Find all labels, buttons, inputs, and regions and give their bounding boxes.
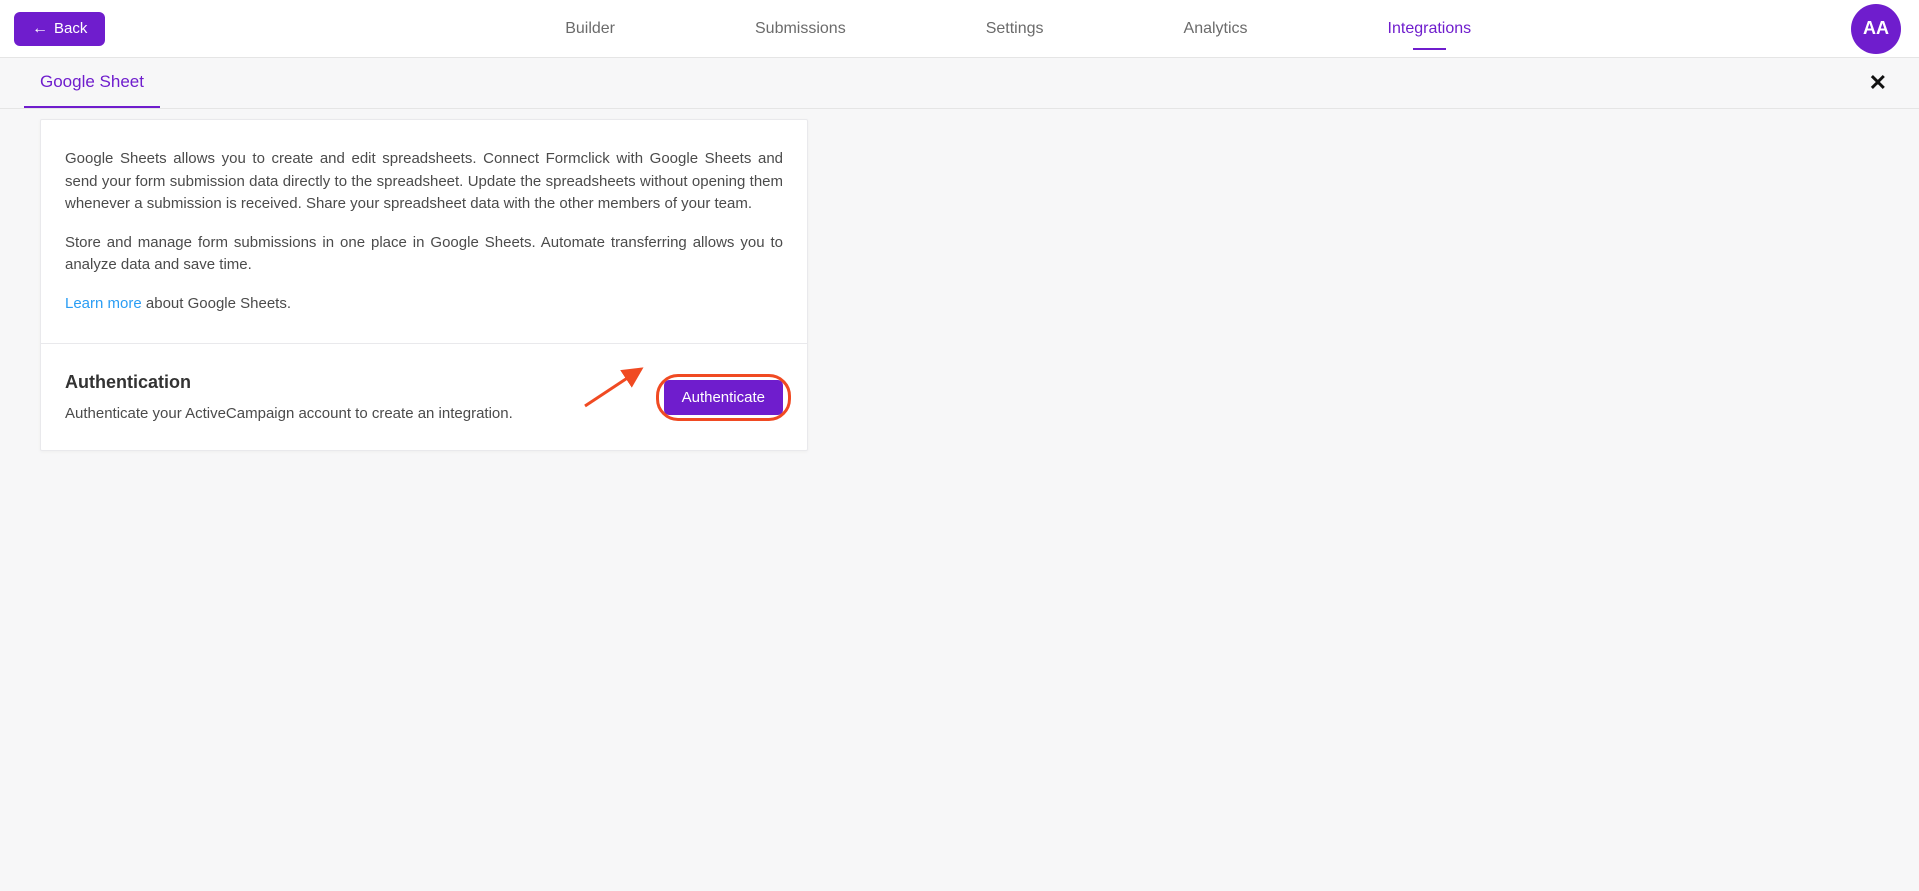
tab-analytics[interactable]: Analytics	[1184, 14, 1248, 44]
auth-description: Authenticate your ActiveCampaign account…	[65, 405, 513, 422]
integration-description-1: Google Sheets allows you to create and e…	[65, 148, 783, 216]
top-navigation: ← Back Builder Submissions Settings Anal…	[0, 0, 1919, 58]
main-nav-tabs: Builder Submissions Settings Analytics I…	[185, 14, 1851, 44]
learn-more-line: Learn more about Google Sheets.	[65, 293, 783, 316]
tab-integrations[interactable]: Integrations	[1388, 14, 1472, 44]
learn-more-suffix: about Google Sheets.	[142, 295, 291, 312]
page-body: Google Sheet ✕ Google Sheets allows you …	[0, 58, 1919, 891]
back-label: Back	[54, 20, 87, 37]
integration-card: Google Sheets allows you to create and e…	[40, 119, 808, 451]
tab-settings[interactable]: Settings	[986, 14, 1044, 44]
arrow-left-icon: ←	[32, 20, 48, 38]
integration-description-2: Store and manage form submissions in one…	[65, 232, 783, 277]
tab-builder[interactable]: Builder	[565, 14, 615, 44]
card-auth-section: Authentication Authenticate your ActiveC…	[41, 343, 807, 450]
subtab-google-sheet[interactable]: Google Sheet	[24, 58, 160, 108]
avatar[interactable]: AA	[1851, 4, 1901, 54]
auth-button-wrap: Authenticate	[664, 380, 783, 415]
tab-submissions[interactable]: Submissions	[755, 14, 846, 44]
auth-text-block: Authentication Authenticate your ActiveC…	[65, 372, 513, 422]
auth-heading: Authentication	[65, 372, 513, 393]
content-area: Google Sheets allows you to create and e…	[0, 109, 1919, 491]
card-description-section: Google Sheets allows you to create and e…	[41, 120, 807, 343]
back-button[interactable]: ← Back	[14, 12, 105, 46]
sub-tabs-row: Google Sheet ✕	[0, 58, 1919, 109]
authenticate-button[interactable]: Authenticate	[664, 380, 783, 415]
auth-row: Authentication Authenticate your ActiveC…	[65, 372, 783, 422]
learn-more-link[interactable]: Learn more	[65, 295, 142, 312]
close-icon[interactable]: ✕	[1861, 66, 1895, 100]
